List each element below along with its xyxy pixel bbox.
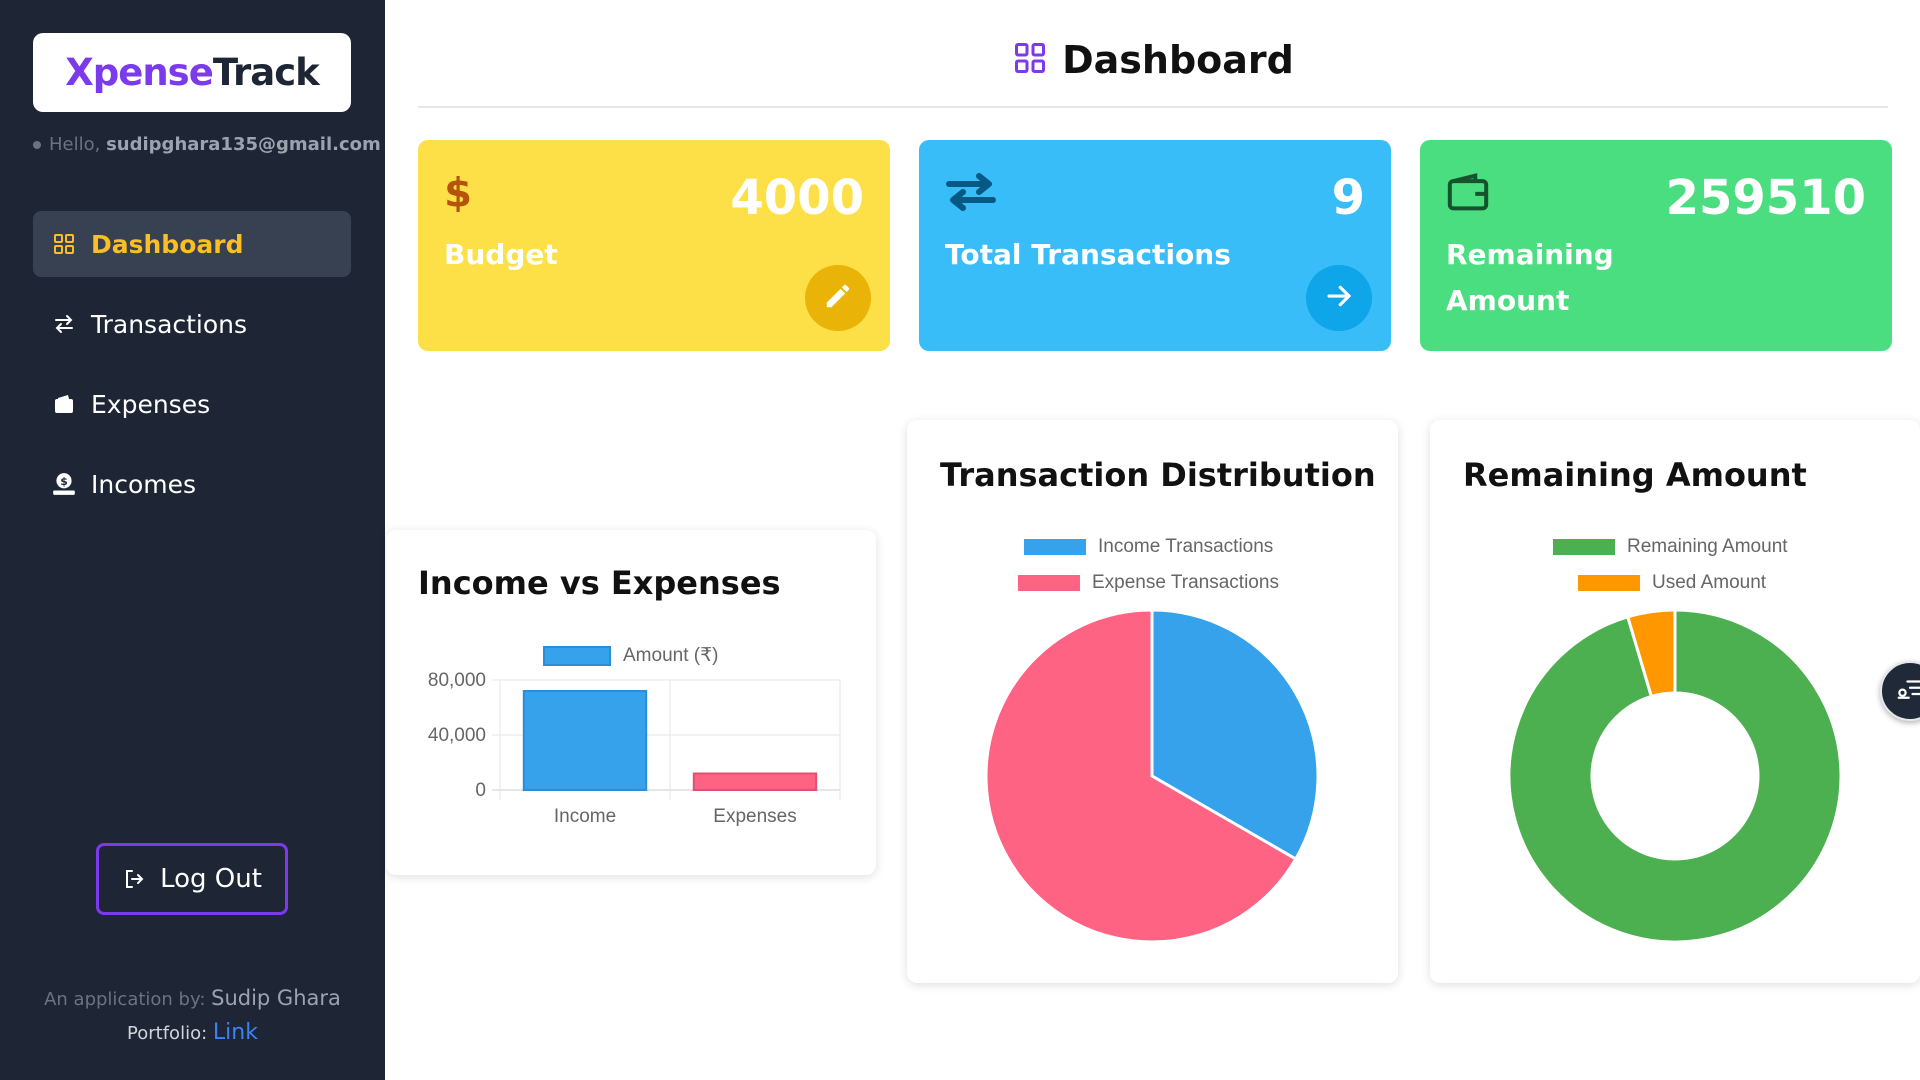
page-header: Dashboard [418, 38, 1888, 82]
wallet-icon [1446, 172, 1490, 216]
pie-chart [984, 608, 1320, 944]
sidebar-item-label: Transactions [91, 309, 248, 339]
sidebar-item-label: Dashboard [91, 229, 244, 259]
brand-part2: Track [212, 51, 320, 94]
remaining-value: 259510 [1665, 170, 1866, 226]
y-tick-label: 40,000 [428, 725, 486, 746]
view-transactions-button[interactable] [1306, 265, 1372, 331]
bar-income[interactable] [522, 690, 648, 791]
dollar-icon: $ [444, 171, 472, 217]
edit-budget-button[interactable] [805, 265, 871, 331]
x-tick-label: Expenses [713, 806, 796, 827]
swap-icon [945, 172, 997, 216]
transactions-card: 9 Total Transactions [919, 140, 1391, 351]
arrow-right-icon [1324, 281, 1354, 315]
wallet-icon [51, 391, 77, 417]
status-dot-icon [33, 141, 41, 149]
page-title: Dashboard [1062, 38, 1294, 82]
list-settings-icon [1895, 674, 1920, 708]
svg-text:$: $ [444, 172, 472, 212]
user-email: sudipghara135@gmail.com [106, 134, 381, 155]
x-tick-label: Income [554, 806, 616, 827]
brand-part1: Xpense [65, 51, 214, 94]
bar-expenses[interactable] [692, 772, 818, 791]
sidebar: Xpense Track Hello, sudipghara135@gmail.c… [0, 0, 385, 1080]
edit-icon [823, 281, 853, 315]
income-icon: $ [51, 471, 77, 497]
sidebar-item-dashboard[interactable]: Dashboard [33, 211, 351, 277]
credit-line: An application by: Sudip Ghara [44, 986, 341, 1010]
income-expense-chart-card: Income vs Expenses Amount (₹) 80,000 40,0… [386, 530, 876, 875]
logout-button[interactable]: Log Out [96, 843, 288, 915]
budget-card: $ 4000 Budget [418, 140, 890, 351]
portfolio-link[interactable]: Link [213, 1020, 258, 1045]
remaining-amount-card: Remaining Amount Remaining Amount Used A… [1430, 420, 1920, 983]
sidebar-item-incomes[interactable]: $ Incomes [33, 451, 351, 517]
donut-chart [1507, 608, 1843, 944]
y-tick-label: 0 [475, 780, 486, 801]
logout-label: Log Out [160, 864, 262, 894]
transaction-distribution-card: Transaction Distribution Income Transact… [907, 420, 1398, 983]
brand-logo[interactable]: Xpense Track [33, 33, 351, 112]
svg-text:$: $ [60, 475, 68, 488]
sidebar-item-label: Incomes [91, 469, 197, 499]
header-divider [418, 106, 1888, 108]
sidebar-item-transactions[interactable]: Transactions [33, 291, 351, 357]
dashboard-icon [1012, 40, 1048, 80]
remaining-card: 259510 Remaining Amount [1420, 140, 1892, 351]
y-tick-label: 80,000 [428, 670, 486, 691]
sidebar-item-label: Expenses [91, 389, 211, 419]
remaining-label: Remaining Amount [1446, 238, 1614, 317]
bar-chart: 80,000 40,000 0 Income Expenses [428, 670, 841, 827]
user-greeting: Hello, sudipghara135@gmail.com [33, 134, 381, 155]
grid-icon [51, 231, 77, 257]
arrows-icon [51, 311, 77, 337]
sidebar-item-expenses[interactable]: Expenses [33, 371, 351, 437]
author-name: Sudip Ghara [211, 986, 341, 1010]
transactions-value: 9 [1331, 170, 1365, 226]
transactions-label: Total Transactions [945, 238, 1231, 271]
budget-value: 4000 [730, 170, 864, 226]
portfolio-line: Portfolio: Link [127, 1020, 258, 1045]
logout-icon [122, 867, 146, 891]
budget-label: Budget [444, 238, 558, 271]
